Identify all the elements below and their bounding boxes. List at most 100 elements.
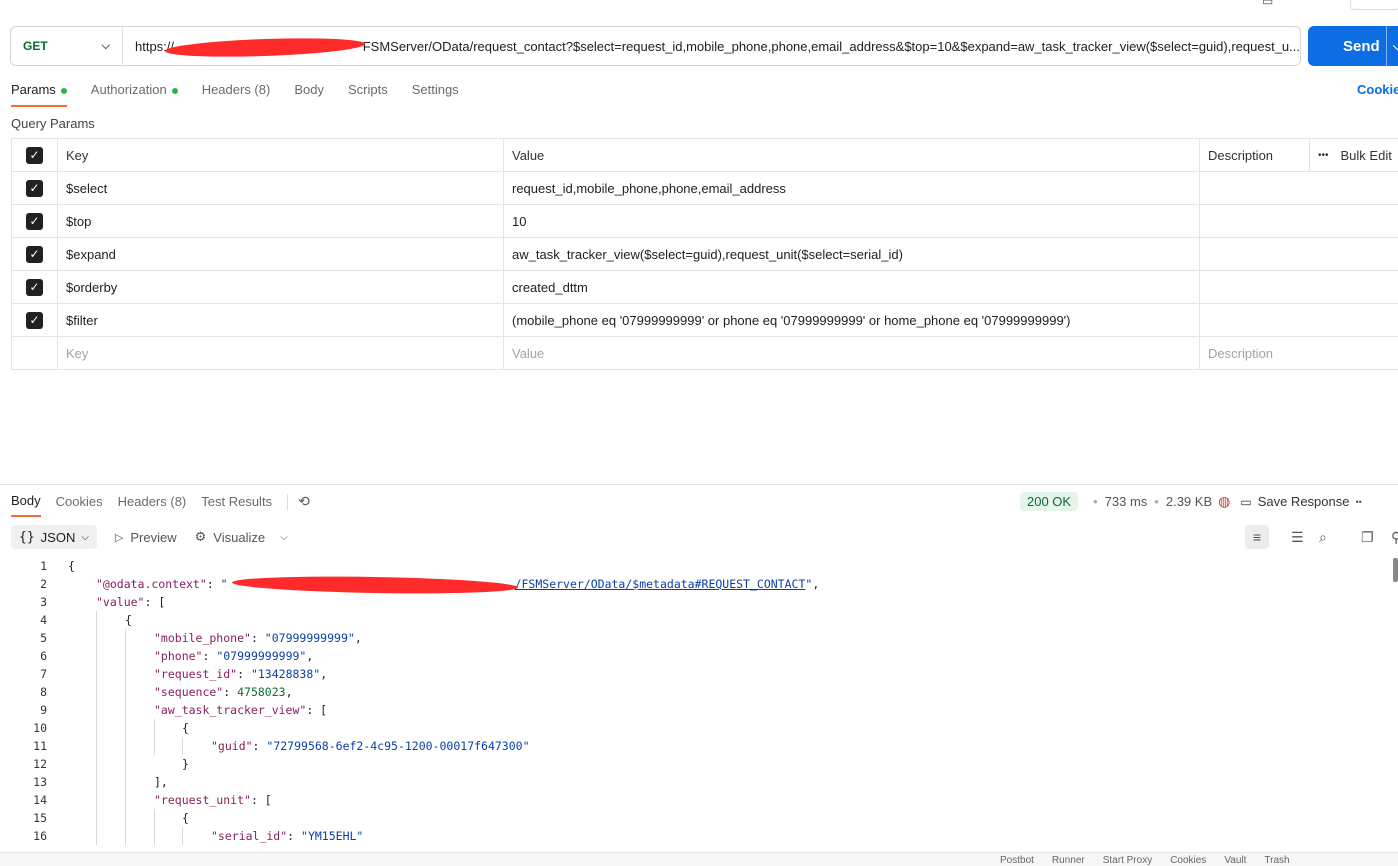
play-icon: ▷: [114, 531, 124, 544]
row-checkbox[interactable]: ✓: [11, 271, 57, 303]
search-icon[interactable]: ⌕: [1319, 525, 1327, 549]
param-key[interactable]: $select: [57, 172, 503, 204]
response-time[interactable]: 733 ms: [1105, 494, 1148, 509]
table-row: ✓ $top 10: [11, 205, 1398, 238]
tab-label: Params: [11, 82, 56, 97]
param-description[interactable]: [1199, 238, 1398, 270]
row-checkbox[interactable]: ✓: [11, 205, 57, 237]
footer-postbot[interactable]: Postbot: [1000, 853, 1034, 866]
filter-icon[interactable]: ☰: [1291, 525, 1304, 549]
copy-icon[interactable]: ❐: [1361, 525, 1374, 549]
param-description[interactable]: [1199, 271, 1398, 303]
row-checkbox[interactable]: ✓: [11, 172, 57, 204]
param-value[interactable]: aw_task_tracker_view($select=guid),reque…: [503, 238, 1199, 270]
param-key[interactable]: $filter: [57, 304, 503, 336]
code-line: 7 "request_id": "13428838",: [40, 667, 328, 681]
code-line: 1{: [40, 559, 75, 573]
code-line: 2 "@odata.context": "/FSMServer/OData/$me…: [0, 574, 1390, 596]
tab-scripts[interactable]: Scripts: [348, 82, 388, 107]
row-checkbox[interactable]: ✓: [11, 304, 57, 336]
visualize-button[interactable]: ⚙ Visualize ⌵: [195, 529, 288, 545]
code-text: {: [68, 559, 75, 573]
request-tabs: Params Authorization Headers (8) Body Sc…: [11, 82, 483, 107]
code-line: 10{: [33, 721, 189, 735]
select-all-checkbox[interactable]: ✓: [11, 139, 57, 171]
code-line: 4{: [40, 613, 132, 627]
history-icon[interactable]: ⟲: [298, 493, 310, 510]
table-header-row: ✓ Key Value Description ••• Bulk Edit: [11, 139, 1398, 172]
code-line: 6 "phone": "07999999999",: [40, 649, 314, 663]
response-tab-test-results[interactable]: Test Results: [201, 494, 272, 516]
param-key[interactable]: $expand: [57, 238, 503, 270]
param-value[interactable]: created_dttm: [503, 271, 1199, 303]
response-size[interactable]: 2.39 KB: [1166, 494, 1212, 509]
footer-trash[interactable]: Trash: [1264, 853, 1289, 866]
top-right-button[interactable]: [1350, 0, 1398, 10]
code-line: 16 "serial_id": "YM15EHL": [33, 829, 364, 843]
window-control-icon[interactable]: ▭: [1262, 0, 1273, 8]
network-globe-icon[interactable]: ◍: [1218, 493, 1230, 510]
more-icon[interactable]: ••: [1355, 497, 1361, 507]
param-description[interactable]: [1199, 304, 1398, 336]
method-select[interactable]: GET ⌵: [11, 27, 123, 65]
response-tab-cookies[interactable]: Cookies: [56, 494, 103, 516]
response-tab-body[interactable]: Body: [11, 493, 41, 517]
tab-headers[interactable]: Headers (8): [202, 82, 271, 107]
response-tab-headers[interactable]: Headers (8): [118, 494, 187, 516]
chevron-down-icon[interactable]: ⌵: [1386, 26, 1398, 66]
save-response-button[interactable]: ▭ Save Response: [1240, 494, 1349, 509]
footer-cookies[interactable]: Cookies: [1170, 853, 1206, 866]
save-response-label: Save Response: [1257, 494, 1350, 509]
tab-params[interactable]: Params: [11, 82, 67, 107]
format-select[interactable]: {} JSON ⌵: [11, 525, 97, 549]
description-header: Description: [1199, 139, 1309, 171]
check-icon: ✓: [26, 179, 43, 197]
tab-label: Headers (8): [201, 82, 271, 97]
param-value[interactable]: 10: [503, 205, 1199, 237]
wrap-lines-icon[interactable]: ≡: [1245, 525, 1269, 549]
link-icon[interactable]: ⚲: [1391, 525, 1398, 549]
tab-settings[interactable]: Settings: [412, 82, 459, 107]
new-description-input[interactable]: Description: [1199, 337, 1398, 369]
param-value[interactable]: request_id,mobile_phone,phone,email_addr…: [503, 172, 1199, 204]
code-text: ],: [154, 775, 168, 789]
check-icon: ✓: [26, 311, 43, 329]
response-divider[interactable]: [0, 484, 1398, 485]
param-key[interactable]: $orderby: [57, 271, 503, 303]
preview-button[interactable]: ▷ Preview: [115, 530, 177, 545]
query-params-title: Query Params: [11, 116, 95, 131]
url-text: FSMServer/OData/request_contact?$select=…: [362, 38, 1300, 54]
send-button[interactable]: Send ⌵: [1308, 26, 1398, 66]
new-value-input[interactable]: Value: [503, 337, 1199, 369]
footer-runner[interactable]: Runner: [1052, 853, 1085, 866]
code-text: "serial_id": "YM15EHL": [211, 829, 364, 843]
tab-authorization[interactable]: Authorization: [91, 82, 178, 107]
bulk-edit-button[interactable]: ••• Bulk Edit: [1309, 139, 1398, 171]
code-text: "guid": "72799568-6ef2-4c95-1200-00017f6…: [211, 739, 530, 753]
visualize-label: Visualize: [213, 529, 266, 545]
code-line: 12}: [33, 757, 189, 771]
check-icon: ✓: [26, 245, 43, 263]
code-text: {: [182, 811, 189, 825]
param-description[interactable]: [1199, 205, 1398, 237]
footer-vault[interactable]: Vault: [1224, 853, 1246, 866]
cookies-link[interactable]: Cookie: [1357, 82, 1398, 97]
check-icon: ✓: [26, 278, 43, 296]
status-badge[interactable]: 200 OK: [1020, 492, 1079, 511]
code-line: 8 "sequence": 4758023,: [40, 685, 293, 699]
redaction-mark: [164, 35, 366, 60]
param-description[interactable]: [1199, 172, 1398, 204]
code-text: "aw_task_tracker_view": [: [154, 703, 328, 717]
code-text: {: [182, 721, 189, 735]
response-body-viewer[interactable]: 1{ 2 "@odata.context": "/FSMServer/OData/…: [0, 557, 1390, 845]
param-value[interactable]: (mobile_phone eq '07999999999' or phone …: [503, 304, 1199, 336]
footer-start-proxy[interactable]: Start Proxy: [1103, 853, 1152, 866]
query-params-table: ✓ Key Value Description ••• Bulk Edit ✓ $…: [11, 138, 1398, 370]
code-text: "mobile_phone": "07999999999",: [154, 631, 362, 645]
new-key-input[interactable]: Key: [57, 337, 503, 369]
vertical-scrollbar[interactable]: [1393, 558, 1398, 582]
param-key[interactable]: $top: [57, 205, 503, 237]
row-checkbox[interactable]: ✓: [11, 238, 57, 270]
tab-body[interactable]: Body: [294, 82, 324, 107]
url-input[interactable]: https://FSMServer/OData/request_contact?…: [123, 27, 1300, 65]
